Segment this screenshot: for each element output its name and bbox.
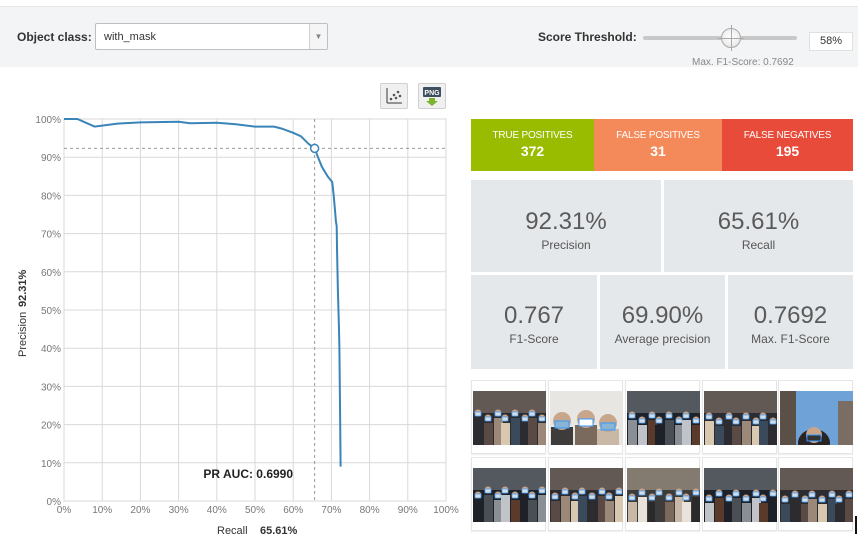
- object-class-label: Object class:: [17, 30, 92, 44]
- x-tick-label: 80%: [360, 505, 380, 516]
- sample-thumbnail[interactable]: [625, 457, 700, 531]
- f1-value: 0.767: [503, 302, 565, 329]
- false-positives-tile: FALSE POSITIVES 31: [594, 119, 722, 171]
- thumbnail-image: [704, 391, 777, 445]
- thumbnail-image: [627, 391, 700, 445]
- score-threshold-label: Score Threshold:: [538, 30, 637, 44]
- chevron-down-icon[interactable]: ▼: [309, 24, 327, 49]
- average-precision-label: Average precision: [614, 332, 711, 346]
- sample-thumbnail[interactable]: [702, 457, 777, 531]
- y-tick-label: 20%: [41, 421, 61, 432]
- false-positives-value: 31: [650, 143, 666, 159]
- recall-value: 65.61%: [717, 208, 800, 235]
- y-tick-label: 30%: [41, 382, 61, 393]
- y-axis-label: Precision: [17, 312, 29, 357]
- sample-thumbnail[interactable]: [471, 457, 546, 531]
- false-negatives-tile: FALSE NEGATIVES 195: [722, 119, 853, 171]
- thumbnail-image: [704, 468, 777, 522]
- y-tick-label: 100%: [35, 115, 61, 126]
- max-f1-metric: 0.7692 Max. F1-Score: [728, 275, 853, 369]
- sample-thumbnail[interactable]: [778, 380, 853, 454]
- sample-thumbnail[interactable]: [702, 380, 777, 454]
- x-tick-label: 20%: [130, 505, 150, 516]
- y-tick-label: 0%: [47, 497, 62, 508]
- sample-thumbnail[interactable]: [548, 457, 623, 531]
- x-axis-value: 65.61%: [260, 525, 298, 537]
- f1-metric: 0.767 F1-Score: [471, 275, 597, 369]
- recall-metric: 65.61% Recall: [664, 180, 853, 272]
- thumbnail-image: [550, 391, 623, 445]
- y-tick-label: 80%: [41, 191, 61, 202]
- x-tick-label: 30%: [169, 505, 189, 516]
- false-positives-label: FALSE POSITIVES: [616, 130, 700, 141]
- x-tick-label: 60%: [283, 505, 303, 516]
- average-precision-metric: 69.90% Average precision: [600, 275, 725, 369]
- sample-thumbnail[interactable]: [778, 457, 853, 531]
- true-positives-label: TRUE POSITIVES: [492, 130, 573, 141]
- thumbnail-image: [473, 468, 546, 522]
- x-tick-label: 50%: [245, 505, 265, 516]
- true-positives-tile: TRUE POSITIVES 372: [471, 119, 594, 171]
- max-f1-label: Max. F1-Score: [751, 332, 830, 346]
- max-f1-note: Max. F1-Score: 0.7692: [692, 57, 794, 68]
- true-positives-value: 372: [520, 143, 545, 159]
- y-tick-label: 10%: [41, 459, 61, 470]
- text-cursor: [855, 516, 857, 534]
- x-tick-label: 90%: [398, 505, 418, 516]
- y-axis-value: 92.31%: [17, 269, 29, 307]
- x-axis-title: Recall 65.61%: [217, 525, 298, 537]
- average-precision-value: 69.90%: [621, 302, 704, 329]
- score-threshold-slider-handle[interactable]: [718, 25, 745, 51]
- pr-curve-chart: 0% 10% 20% 30% 40% 50% 60% 70% 80% 90% 100%0%10%20…: [17, 115, 459, 537]
- thumbnail-image: [627, 468, 700, 522]
- false-negatives-label: FALSE NEGATIVES: [743, 130, 832, 141]
- y-tick-label: 50%: [41, 306, 61, 317]
- x-tick-label: 40%: [207, 505, 227, 516]
- y-tick-label: 40%: [41, 344, 61, 355]
- max-f1-value: 0.7692: [753, 302, 828, 329]
- sample-thumbnail[interactable]: [471, 380, 546, 454]
- x-tick-label: 10%: [92, 505, 112, 516]
- score-threshold-value[interactable]: 58%: [809, 32, 853, 51]
- object-class-select[interactable]: with_mask ▼: [95, 23, 328, 50]
- precision-metric: 92.31% Precision: [471, 180, 661, 272]
- y-tick-label: 60%: [41, 268, 61, 279]
- y-tick-label: 90%: [41, 153, 61, 164]
- precision-value: 92.31%: [525, 208, 607, 235]
- object-class-value: with_mask: [104, 31, 156, 43]
- f1-label: F1-Score: [509, 332, 559, 346]
- threshold-marker[interactable]: [309, 143, 320, 154]
- control-bar: Object class: with_mask ▼ Score Threshol…: [0, 6, 858, 68]
- y-tick-label: 70%: [41, 230, 61, 241]
- thumbnail-image: [780, 391, 853, 445]
- false-negatives-value: 195: [775, 143, 800, 159]
- sample-thumbnail[interactable]: [625, 380, 700, 454]
- y-axis-title: Precision 92.31%: [17, 269, 29, 357]
- thumbnail-image: [550, 468, 623, 522]
- x-tick-label: 70%: [321, 505, 341, 516]
- x-axis-label: Recall: [217, 525, 248, 537]
- thumbnail-image: [780, 468, 853, 522]
- x-tick-label: 100%: [433, 505, 459, 516]
- png-text: PNG: [424, 90, 440, 97]
- sample-thumbnail[interactable]: [548, 380, 623, 454]
- pr-auc-annotation: PR AUC: 0.6990: [203, 467, 293, 481]
- thumbnail-image: [473, 391, 546, 445]
- precision-label: Precision: [541, 238, 591, 252]
- recall-label: Recall: [741, 238, 776, 252]
